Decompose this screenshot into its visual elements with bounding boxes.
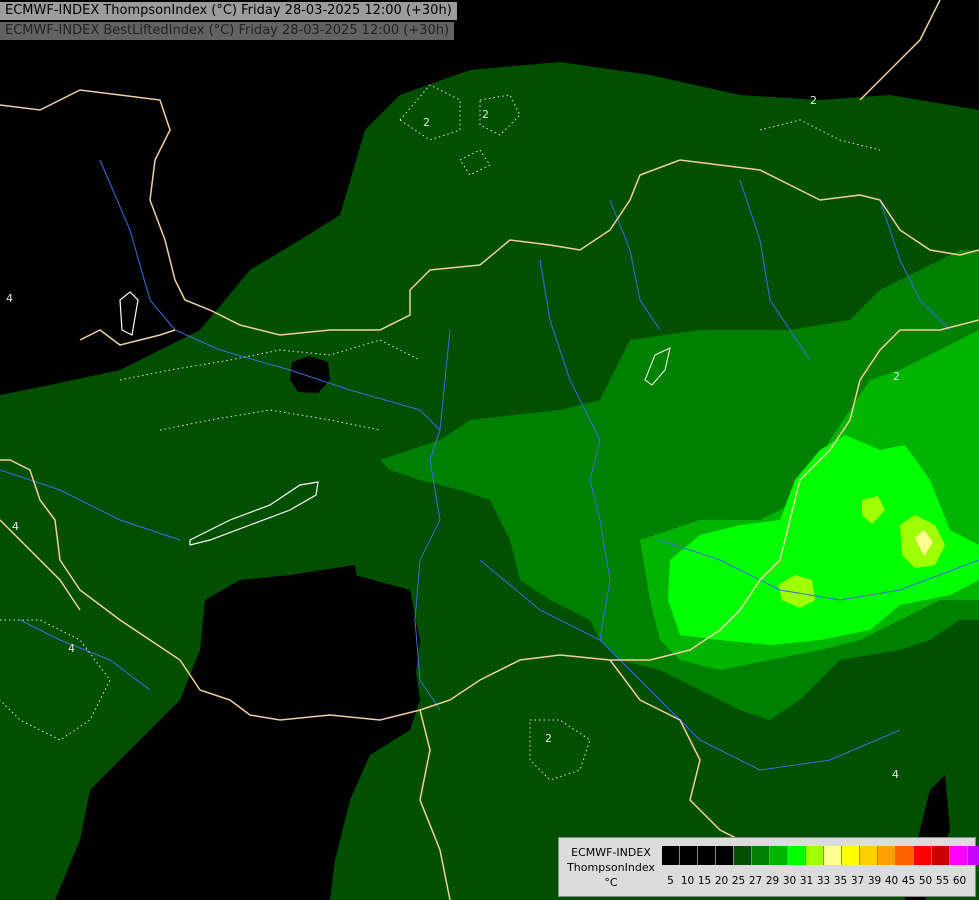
contour-label: 2 xyxy=(482,108,489,121)
legend-tick-label: 33 xyxy=(816,875,831,887)
contour-label: 4 xyxy=(68,642,75,655)
legend-swatch xyxy=(896,846,914,865)
legend-tick-label: 31 xyxy=(799,875,814,887)
legend-swatch xyxy=(950,846,968,865)
contour-label: 4 xyxy=(6,292,13,305)
contour-label: 2 xyxy=(545,732,552,745)
legend-tick-label: 35 xyxy=(833,875,848,887)
legend-swatch xyxy=(824,846,842,865)
legend-swatches xyxy=(662,846,979,865)
legend-swatch xyxy=(878,846,896,865)
legend-swatch xyxy=(680,846,698,865)
legend-tick-label: 55 xyxy=(935,875,950,887)
legend-tick-label: 25 xyxy=(731,875,746,887)
legend-tick-label: 40 xyxy=(884,875,899,887)
legend-swatch xyxy=(860,846,878,865)
legend-swatch xyxy=(914,846,932,865)
legend-unit-label: °C xyxy=(604,876,618,889)
contour-label: 4 xyxy=(12,520,19,533)
legend-swatch xyxy=(806,846,824,865)
legend-model-label: ECMWF-INDEX xyxy=(571,846,651,859)
legend-swatch xyxy=(752,846,770,865)
legend-tick-label: 30 xyxy=(782,875,797,887)
legend-swatch xyxy=(788,846,806,865)
legend-tick-label: 20 xyxy=(714,875,729,887)
legend-tick-label: 60 xyxy=(952,875,967,887)
legend-tick-label: 29 xyxy=(765,875,780,887)
contour-label: 2 xyxy=(810,94,817,107)
map-title-best-lifted-index: ECMWF-INDEX BestLiftedIndex (°C) Friday … xyxy=(0,22,455,40)
color-legend: ECMWF-INDEX ThompsonIndex °C 5 10 15 20 25 27… xyxy=(558,837,979,897)
weather-map[interactable]: 2 2 2 2 2 4 4 4 4 xyxy=(0,0,979,900)
legend-swatch xyxy=(734,846,752,865)
contour-label: 2 xyxy=(893,370,900,383)
legend-ticks: 5 10 15 20 25 27 29 30 31 33 35 37 39 40 45 50 55 60 xyxy=(662,875,968,887)
legend-tick-label: 45 xyxy=(901,875,916,887)
legend-tick-label: 50 xyxy=(918,875,933,887)
legend-tick-label: 39 xyxy=(867,875,882,887)
map-title-thompson-index: ECMWF-INDEX ThompsonIndex (°C) Friday 28… xyxy=(0,2,457,20)
legend-swatch xyxy=(842,846,860,865)
legend-swatch xyxy=(716,846,734,865)
legend-swatch xyxy=(968,846,979,865)
legend-tick-label: 15 xyxy=(697,875,712,887)
legend-swatch xyxy=(770,846,788,865)
legend-swatch xyxy=(932,846,950,865)
legend-tick-label: 37 xyxy=(850,875,865,887)
contour-label: 2 xyxy=(423,116,430,129)
legend-tick-label: 27 xyxy=(748,875,763,887)
legend-swatch xyxy=(662,846,680,865)
legend-tick-label: 10 xyxy=(680,875,695,887)
legend-index-label: ThompsonIndex xyxy=(567,861,655,874)
legend-swatch xyxy=(698,846,716,865)
contour-label: 4 xyxy=(892,768,899,781)
legend-tick-label: 5 xyxy=(667,875,674,887)
